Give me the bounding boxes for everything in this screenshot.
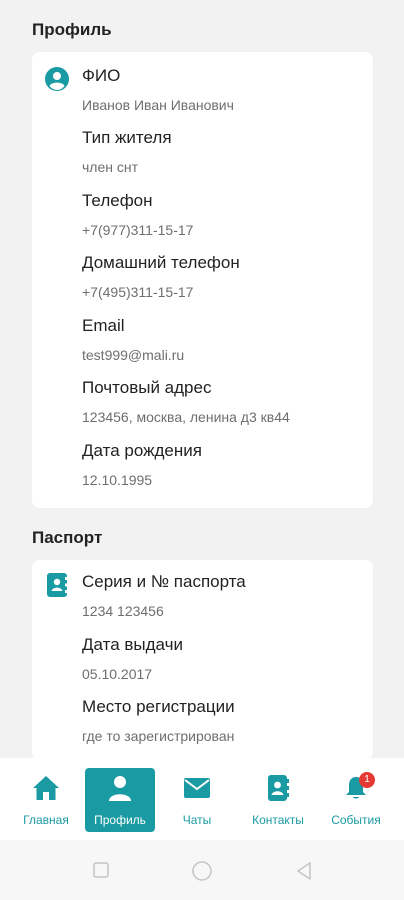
person-icon xyxy=(106,774,134,807)
field-value: +7(977)311-15-17 xyxy=(82,222,194,238)
field-email: Email test999@mali.ru xyxy=(82,315,361,365)
field-home-phone: Домашний телефон +7(495)311-15-17 xyxy=(82,252,361,302)
account-circle-icon xyxy=(44,66,70,92)
tab-label: Чаты xyxy=(182,813,212,827)
field-value: где то зарегистрирован xyxy=(82,728,235,744)
tab-contacts[interactable]: Контакты xyxy=(243,768,313,832)
field-label: Почтовый адрес xyxy=(82,378,212,397)
tab-label: Главная xyxy=(23,813,69,827)
profile-section-title: Профиль xyxy=(32,20,112,39)
passport-card: Серия и № паспорта 1234 123456 Дата выда… xyxy=(32,560,373,760)
field-registration-place: Место регистрации где то зарегистрирован xyxy=(82,696,361,746)
field-label: Серия и № паспорта xyxy=(82,572,246,591)
field-postal-address: Почтовый адрес 123456, москва, ленина д3… xyxy=(82,377,361,427)
field-label: Дата выдачи xyxy=(82,635,183,654)
recent-apps-icon[interactable] xyxy=(93,862,109,883)
field-issue-date: Дата выдачи 05.10.2017 xyxy=(82,634,361,684)
field-value: test999@mali.ru xyxy=(82,347,185,363)
field-value: 12.10.1995 xyxy=(82,472,153,488)
tab-events[interactable]: 1 События xyxy=(321,768,391,832)
tab-label: Контакты xyxy=(252,813,304,827)
contacts-icon xyxy=(264,774,292,807)
tab-home[interactable]: Главная xyxy=(11,768,81,832)
field-fio: ФИО Иванов Иван Иванович xyxy=(82,65,361,115)
tab-chats[interactable]: Чаты xyxy=(162,768,232,832)
field-value: +7(495)311-15-17 xyxy=(82,284,194,300)
bottom-tab-bar: Главная Профиль Чаты Контакты 1 События xyxy=(0,758,404,840)
field-resident-type: Тип жителя член снт xyxy=(82,127,361,177)
field-value: Иванов Иван Иванович xyxy=(82,97,234,113)
field-value: 1234 123456 xyxy=(82,603,164,619)
field-label: Место регистрации xyxy=(82,697,235,716)
field-phone: Телефон +7(977)311-15-17 xyxy=(82,190,361,240)
field-birth-date: Дата рождения 12.10.1995 xyxy=(82,440,361,490)
back-icon[interactable] xyxy=(296,862,312,885)
field-value: 123456, москва, ленина д3 кв44 xyxy=(82,409,290,425)
field-passport-number: Серия и № паспорта 1234 123456 xyxy=(82,571,361,621)
field-label: Тип жителя xyxy=(82,128,172,147)
system-navigation-bar xyxy=(0,840,404,900)
tab-profile[interactable]: Профиль xyxy=(85,768,155,832)
envelope-icon xyxy=(182,774,212,807)
passport-section-title: Паспорт xyxy=(32,528,103,547)
field-value: 05.10.2017 xyxy=(82,666,153,682)
passport-book-icon xyxy=(44,572,70,598)
home-icon xyxy=(31,774,61,807)
field-label: ФИО xyxy=(82,66,121,85)
tab-label: Профиль xyxy=(94,813,146,827)
field-label: Дата рождения xyxy=(82,441,202,460)
field-value: член снт xyxy=(82,159,139,175)
field-label: Домашний телефон xyxy=(82,253,240,272)
notification-badge: 1 xyxy=(359,772,375,788)
field-label: Email xyxy=(82,316,125,335)
home-button-icon[interactable] xyxy=(192,861,212,886)
field-label: Телефон xyxy=(82,191,153,210)
tab-label: События xyxy=(331,813,381,827)
profile-card: ФИО Иванов Иван Иванович Тип жителя член… xyxy=(32,52,373,508)
